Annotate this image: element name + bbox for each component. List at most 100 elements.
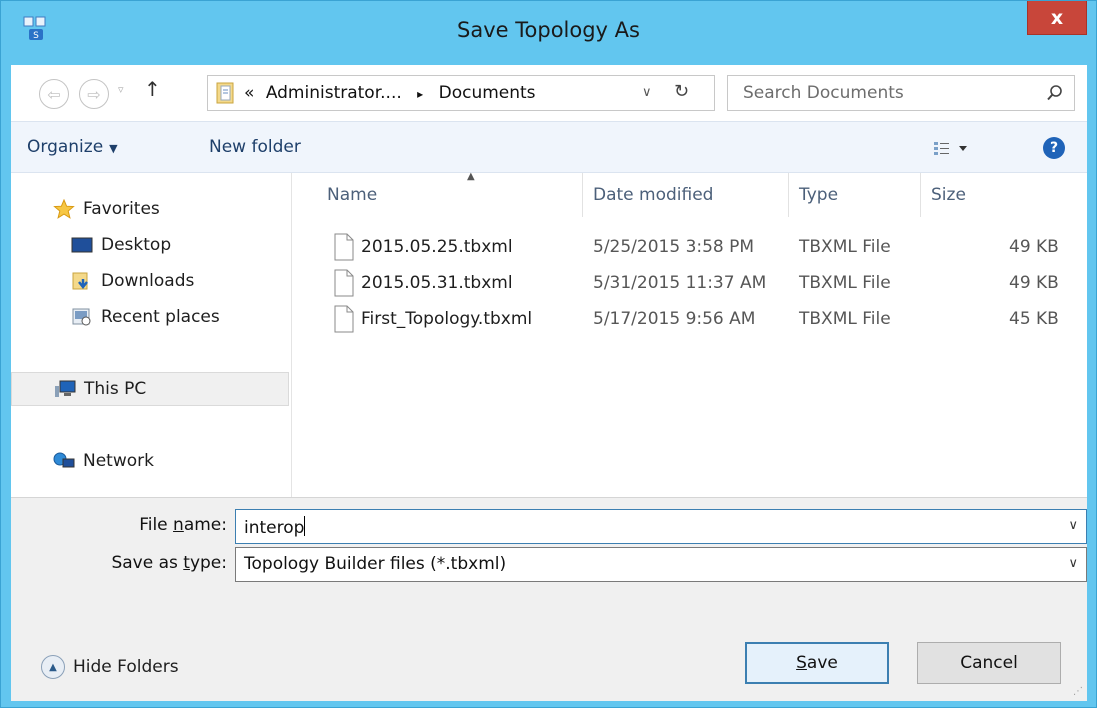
save-as-type-label: Save as type: [11,553,227,573]
save-button-label: Save [796,653,838,673]
desktop-icon [71,237,93,253]
file-name-value: interop [244,516,306,538]
help-icon[interactable]: ? [1043,137,1065,159]
text-cursor [304,516,306,536]
address-dropdown-icon[interactable]: ∨ [642,85,652,100]
column-header-size[interactable]: Size [921,173,1061,217]
save-as-type-label-text-end: ype: [189,553,227,573]
search-icon[interactable] [1046,84,1064,102]
star-icon [53,199,75,219]
file-name-label-accesskey: n [173,515,184,535]
save-options-panel: File name: interop ∨ Save as type: Topol… [11,497,1087,701]
this-pc-icon [55,380,76,397]
column-name-label: Name [327,185,378,205]
file-size: 49 KB [1009,237,1059,257]
file-name-field[interactable]: interop ∨ [235,509,1087,544]
dialog-client: ⇦ ⇨ ▿ ↑ « Administrator.... ▸ Documents … [11,65,1087,701]
window-title: Save Topology As [457,18,640,42]
save-dialog: S Save Topology As x ⇦ ⇨ ▿ ↑ « Administr… [0,0,1097,708]
file-name-label-text-end: ame: [183,515,227,535]
title-bar[interactable]: S Save Topology As x [1,1,1096,65]
nav-desktop[interactable]: Desktop [11,228,289,262]
file-icon [334,233,354,261]
chevron-down-icon[interactable]: ∨ [1068,556,1078,571]
nav-favorites-label: Favorites [83,199,160,219]
file-row[interactable]: 2015.05.31.tbxml 5/31/2015 11:37 AM TBXM… [293,266,1063,302]
address-row: ⇦ ⇨ ▿ ↑ « Administrator.... ▸ Documents … [11,65,1087,121]
save-as-type-label-text: Save as [111,553,184,573]
nav-desktop-label: Desktop [101,235,172,255]
nav-downloads[interactable]: Downloads [11,264,289,298]
column-header-type[interactable]: Type [789,173,921,217]
recent-places-icon [72,308,91,326]
command-toolbar: Organize ▼ New folder ? [11,121,1087,173]
sort-ascending-icon: ▲ [467,171,475,182]
back-button[interactable]: ⇦ [39,79,69,109]
file-name-text: interop [244,518,305,538]
file-name: First_Topology.tbxml [361,309,533,329]
change-view-icon[interactable] [933,138,973,160]
column-type-label: Type [799,185,839,205]
file-type: TBXML File [799,273,891,293]
refresh-icon[interactable]: ↻ [674,81,689,102]
organize-menu[interactable]: Organize ▼ [27,137,118,157]
file-size: 45 KB [1009,309,1059,329]
nav-this-pc[interactable]: This PC [11,372,289,406]
nav-favorites[interactable]: Favorites [11,192,289,226]
close-icon: x [1050,6,1064,29]
cancel-button[interactable]: Cancel [917,642,1061,684]
file-date: 5/17/2015 9:56 AM [593,309,756,329]
folder-icon [216,82,234,104]
up-button[interactable]: ↑ [144,77,161,101]
search-input[interactable]: Search Documents [727,75,1075,111]
nav-this-pc-label: This PC [84,379,147,399]
breadcrumb-administrator[interactable]: Administrator.... [266,83,402,103]
file-row[interactable]: 2015.05.25.tbxml 5/25/2015 3:58 PM TBXML… [293,230,1063,266]
save-as-type-label-accesskey: t [183,553,190,573]
file-name: 2015.05.25.tbxml [361,237,513,257]
file-icon [334,305,354,333]
column-header-date-modified[interactable]: Date modified [583,173,789,217]
file-type: TBXML File [799,237,891,257]
search-placeholder: Search Documents [743,83,904,103]
address-bar[interactable]: « Administrator.... ▸ Documents ∨ ↻ [207,75,715,111]
chevron-down-icon: ▼ [109,142,118,155]
save-accesskey: S [796,653,807,673]
column-size-label: Size [931,185,966,205]
nav-network-label: Network [83,451,154,471]
recent-locations-dropdown[interactable]: ▿ [118,83,124,96]
organize-label: Organize [27,137,104,157]
forward-arrow-icon: ⇨ [87,84,101,104]
file-row[interactable]: First_Topology.tbxml 5/17/2015 9:56 AM T… [293,302,1063,338]
hide-folders-label: Hide Folders [73,657,179,677]
close-button[interactable]: x [1027,1,1087,35]
nav-downloads-label: Downloads [101,271,195,291]
chevron-down-icon[interactable]: ∨ [1068,518,1078,533]
nav-recent-places[interactable]: Recent places [11,300,289,334]
breadcrumb-overflow[interactable]: « [244,83,254,103]
back-arrow-icon: ⇦ [47,84,61,104]
column-header-name[interactable]: ▲ Name [317,171,583,217]
breadcrumb-documents[interactable]: Documents [439,83,536,103]
file-size: 49 KB [1009,273,1059,293]
file-date: 5/31/2015 11:37 AM [593,273,767,293]
new-folder-button[interactable]: New folder [209,137,301,157]
navigation-pane: Favorites Desktop Downloads Recent place… [11,173,292,497]
save-button[interactable]: Save [745,642,889,684]
resize-grip-icon[interactable]: ⋰ [1073,686,1083,697]
file-list: ▲ Name Date modified Type Size 2015.05.2… [293,171,1087,497]
collapse-icon: ▲ [41,655,65,679]
file-type: TBXML File [799,309,891,329]
save-as-type-select[interactable]: Topology Builder files (*.tbxml) ∨ [235,547,1087,582]
save-as-type-value: Topology Builder files (*.tbxml) [244,554,507,574]
breadcrumb-separator-icon[interactable]: ▸ [417,87,423,101]
forward-button[interactable]: ⇨ [79,79,109,109]
save-label-rest: ave [806,653,838,673]
file-name-label-text: File [139,515,174,535]
file-name-label: File name: [11,515,227,535]
downloads-icon [72,272,88,290]
network-icon [53,452,75,468]
hide-folders-button[interactable]: ▲ Hide Folders [41,655,179,679]
nav-network[interactable]: Network [11,444,289,478]
breadcrumb: « Administrator.... ▸ Documents [244,83,536,103]
